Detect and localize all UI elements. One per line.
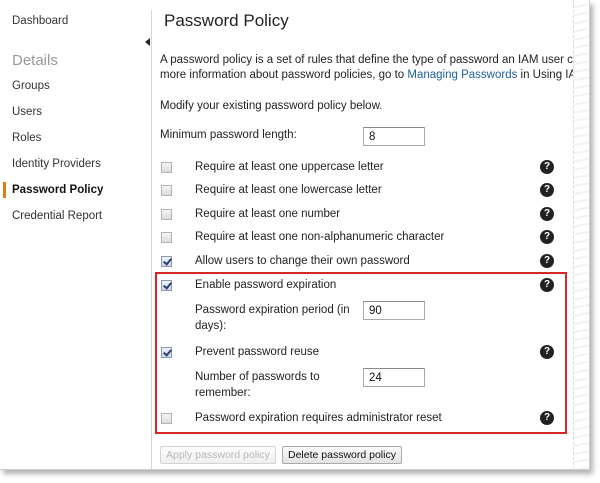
expiration-period-input[interactable]: [363, 301, 425, 320]
help-icon[interactable]: ?: [540, 345, 554, 359]
reuse-checkbox[interactable]: [161, 347, 172, 358]
modify-instructions: Modify your existing password policy bel…: [160, 100, 383, 112]
sidebar-item-users[interactable]: Users: [12, 106, 42, 118]
remember-count-label: Number of passwords to remember:: [195, 371, 320, 399]
console-frame: Dashboard Details Groups Users Roles Ide…: [0, 0, 590, 470]
expiration-checkbox[interactable]: [161, 280, 172, 291]
allow-change-checkbox[interactable]: [161, 256, 172, 267]
sidebar-item-groups[interactable]: Groups: [12, 80, 50, 92]
sidebar-divider: [151, 10, 152, 469]
sidebar-item-roles[interactable]: Roles: [12, 132, 41, 144]
sidebar: Dashboard Details Groups Users Roles Ide…: [0, 0, 148, 469]
help-icon[interactable]: ?: [540, 278, 554, 292]
help-icon[interactable]: ?: [540, 230, 554, 244]
lowercase-label: Require at least one lowercase letter: [195, 184, 382, 196]
apply-policy-button[interactable]: Apply password policy: [160, 446, 276, 464]
option-row-lowercase: Require at least one lowercase letter ?: [160, 182, 560, 200]
option-row-uppercase: Require at least one uppercase letter ?: [160, 159, 560, 177]
option-row-admin-reset: Password expiration requires administrat…: [160, 410, 560, 428]
help-icon[interactable]: ?: [540, 160, 554, 174]
sidebar-item-credential-report[interactable]: Credential Report: [12, 210, 102, 222]
delete-policy-button[interactable]: Delete password policy: [282, 446, 402, 464]
torn-edge: [573, 0, 589, 469]
help-icon[interactable]: ?: [540, 254, 554, 268]
active-nav-marker: [3, 182, 6, 198]
intro-text: A password policy is a set of rules that…: [160, 53, 590, 83]
page-title: Password Policy: [164, 11, 289, 30]
uppercase-label: Require at least one uppercase letter: [195, 161, 384, 173]
option-row-expiration: Enable password expiration ?: [160, 277, 560, 295]
option-row-reuse: Prevent password reuse ?: [160, 344, 560, 362]
admin-reset-label: Password expiration requires administrat…: [195, 412, 442, 424]
remember-count-input[interactable]: [363, 368, 425, 387]
help-icon[interactable]: ?: [540, 207, 554, 221]
intro-line-2-prefix: more information about password policies…: [160, 69, 408, 81]
non-alphanumeric-label: Require at least one non-alphanumeric ch…: [195, 231, 445, 243]
help-icon[interactable]: ?: [540, 411, 554, 425]
allow-change-label: Allow users to change their own password: [195, 255, 410, 267]
lowercase-checkbox[interactable]: [161, 185, 172, 196]
collapse-sidebar-icon[interactable]: [145, 38, 150, 46]
sidebar-section-heading: Details: [12, 52, 58, 69]
expiration-label: Enable password expiration: [195, 279, 337, 291]
option-row-non-alphanumeric: Require at least one non-alphanumeric ch…: [160, 229, 560, 247]
sidebar-item-identity-providers[interactable]: Identity Providers: [12, 158, 101, 170]
admin-reset-checkbox[interactable]: [161, 413, 172, 424]
expiration-period-label: Password expiration period (in days):: [195, 304, 350, 332]
managing-passwords-link[interactable]: Managing Passwords: [407, 69, 517, 81]
number-label: Require at least one number: [195, 208, 341, 220]
sidebar-item-password-policy[interactable]: Password Policy: [12, 184, 103, 196]
min-length-input[interactable]: [363, 127, 425, 146]
number-checkbox[interactable]: [161, 209, 172, 220]
reuse-label: Prevent password reuse: [195, 346, 320, 358]
uppercase-checkbox[interactable]: [161, 162, 172, 173]
help-icon[interactable]: ?: [540, 183, 554, 197]
option-row-allow-change: Allow users to change their own password…: [160, 253, 560, 271]
min-length-label: Minimum password length:: [160, 129, 297, 141]
intro-line-1: A password policy is a set of rules that…: [160, 54, 590, 66]
option-row-number: Require at least one number ?: [160, 206, 560, 224]
sidebar-item-dashboard[interactable]: Dashboard: [12, 15, 68, 27]
non-alphanumeric-checkbox[interactable]: [161, 232, 172, 243]
